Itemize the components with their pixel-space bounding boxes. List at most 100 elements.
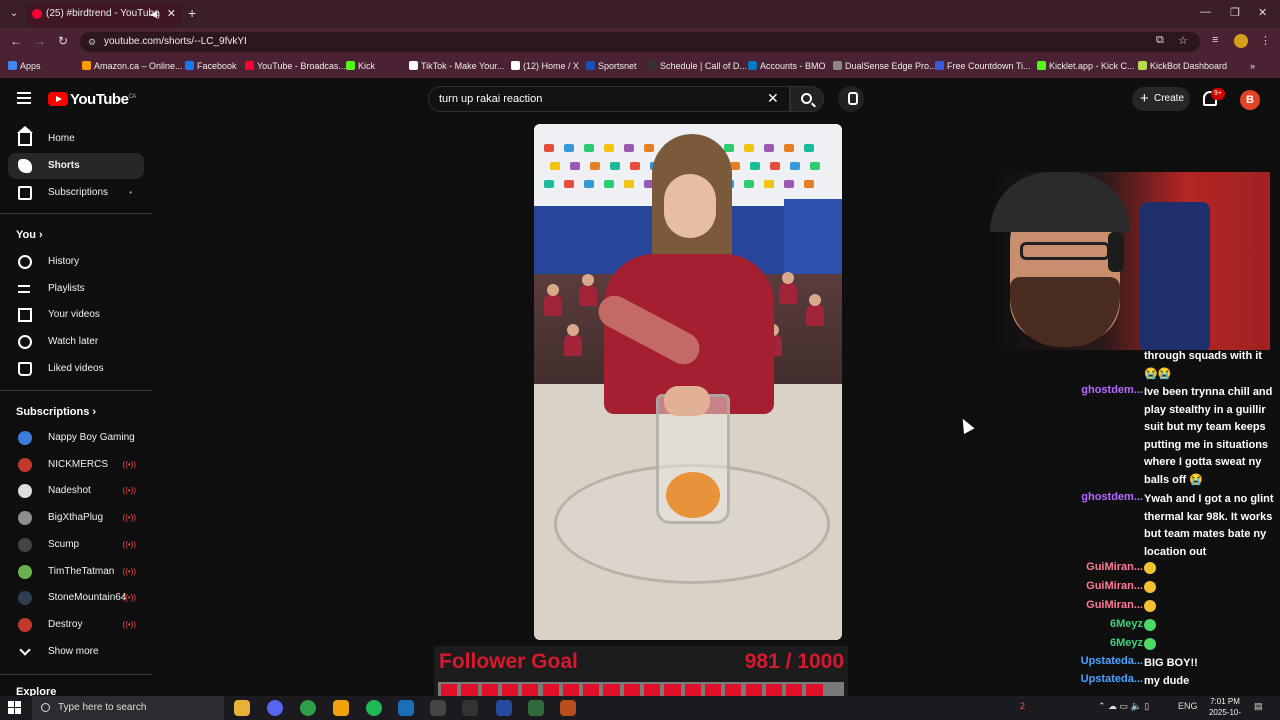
- back-button[interactable]: ←: [10, 34, 22, 48]
- app-icon-5[interactable]: [560, 700, 576, 716]
- sidebar-item[interactable]: Subscriptions •: [8, 180, 144, 206]
- site-info-icon[interactable]: ⚙: [88, 32, 96, 52]
- taskbar-clock[interactable]: 7:01 PM 2025-10-30: [1205, 696, 1245, 720]
- channel-name: Scump: [48, 538, 80, 550]
- bookmarks-overflow-icon[interactable]: »: [1250, 61, 1255, 71]
- chat-username[interactable]: Upstateda...: [1075, 655, 1143, 667]
- address-bar[interactable]: ⚙ youtube.com/shorts/--LC_9fvkYI: [80, 32, 1200, 52]
- app-icon-2[interactable]: [462, 700, 478, 716]
- show-more-button[interactable]: Show more: [8, 639, 144, 665]
- tab-audio-icon[interactable]: ◀): [150, 3, 160, 25]
- chat-username[interactable]: ghostdem...: [1075, 384, 1143, 396]
- sidebar-item[interactable]: Shorts: [8, 153, 144, 179]
- chrome-icon[interactable]: [300, 700, 316, 716]
- poster-shape: [610, 162, 620, 170]
- spotify-icon[interactable]: [366, 700, 382, 716]
- search-icon: [41, 703, 50, 712]
- bookmark-item[interactable]: (12) Home / X: [511, 61, 579, 71]
- minimize-button[interactable]: —: [1200, 6, 1211, 18]
- tray-icons[interactable]: ⌃ ☁ ▭ 🔈 ▯: [1098, 701, 1149, 712]
- bookmark-item[interactable]: KickBot Dashboard: [1138, 61, 1227, 71]
- sidebar-item-label: Shorts: [48, 160, 80, 171]
- bookmark-star-icon[interactable]: ☆: [1178, 34, 1188, 47]
- poster-shape: [584, 144, 594, 152]
- bookmark-item[interactable]: Kicklet.app - Kick C...: [1037, 61, 1135, 71]
- shorts-video-player[interactable]: [534, 124, 842, 640]
- voice-search-button[interactable]: [838, 86, 864, 112]
- sidebar-item[interactable]: Watch later: [8, 329, 144, 355]
- close-tab-icon[interactable]: ✕: [167, 3, 176, 25]
- install-app-icon[interactable]: ⧉: [1156, 34, 1164, 47]
- bookmark-item[interactable]: YouTube - Broadcas...: [245, 61, 346, 71]
- search-button[interactable]: [790, 86, 824, 112]
- steam-icon[interactable]: [398, 700, 414, 716]
- bookmark-item[interactable]: Amazon.ca – Online...: [82, 61, 183, 71]
- reading-list-icon[interactable]: ≡: [1212, 34, 1218, 46]
- create-button[interactable]: + Create: [1132, 87, 1190, 111]
- bookmark-item[interactable]: Accounts - BMO: [748, 61, 826, 71]
- bookmark-label: Kick: [358, 61, 376, 71]
- discord-icon[interactable]: [267, 700, 283, 716]
- browser-menu-icon[interactable]: ⋮: [1260, 34, 1271, 47]
- sidebar-channel-item[interactable]: Nadeshot ((•)): [8, 478, 144, 504]
- poster-shape: [644, 144, 654, 152]
- obs-icon[interactable]: [430, 700, 446, 716]
- chat-username[interactable]: ghostdem...: [1075, 491, 1143, 503]
- chat-username[interactable]: 6Meyz: [1075, 637, 1143, 649]
- chat-username[interactable]: GuiMiran...: [1075, 580, 1143, 592]
- close-window-button[interactable]: ✕: [1258, 6, 1267, 19]
- clear-search-icon[interactable]: ✕: [767, 90, 779, 107]
- sidebar-channel-item[interactable]: Scump ((•)): [8, 532, 144, 558]
- sidebar-item[interactable]: History: [8, 249, 144, 275]
- sidebar-item[interactable]: Playlists: [8, 276, 144, 302]
- bookmark-item[interactable]: Apps: [8, 61, 41, 71]
- guide-menu-icon[interactable]: [17, 92, 31, 104]
- sidebar-item[interactable]: Home: [8, 126, 144, 152]
- sidebar-item[interactable]: Your videos: [8, 302, 144, 328]
- sidebar-channel-item[interactable]: BigXthaPlug ((•)): [8, 505, 144, 531]
- chat-username[interactable]: Upstateda...: [1075, 673, 1143, 685]
- sidebar-channel-item[interactable]: NICKMERCS ((•)): [8, 452, 144, 478]
- chat-username[interactable]: GuiMiran...: [1075, 599, 1143, 611]
- bookmark-item[interactable]: TikTok - Make Your...: [409, 61, 504, 71]
- tab-active[interactable]: (25) #birdtrend - YouTube ◀) ✕: [26, 3, 182, 25]
- student-figure: [579, 274, 597, 306]
- forward-button[interactable]: →: [34, 34, 46, 48]
- app-icon[interactable]: [333, 700, 349, 716]
- taskbar-search-input[interactable]: Type here to search: [32, 696, 224, 720]
- new-tab-button[interactable]: +: [188, 5, 196, 21]
- app-icon-3[interactable]: [496, 700, 512, 716]
- profile-avatar[interactable]: [1234, 34, 1248, 48]
- file-explorer-icon[interactable]: [234, 700, 250, 716]
- reload-button[interactable]: ↻: [58, 34, 68, 48]
- sidebar-channel-item[interactable]: Nappy Boy Gaming: [8, 425, 144, 451]
- bookmark-item[interactable]: DualSense Edge Pro...: [833, 61, 937, 71]
- chat-username[interactable]: GuiMiran...: [1075, 561, 1143, 573]
- youtube-logo[interactable]: YouTubeCA: [48, 91, 136, 108]
- sidebar-channel-item[interactable]: Destroy ((•)): [8, 612, 144, 638]
- bookmark-item[interactable]: Facebook: [185, 61, 237, 71]
- chat-username[interactable]: 6Meyz: [1075, 618, 1143, 630]
- tab-search-icon[interactable]: ⌄: [6, 6, 22, 22]
- bookmark-item[interactable]: Free Countdown Ti...: [935, 61, 1031, 71]
- poster-shape: [564, 180, 574, 188]
- language-indicator[interactable]: ENG: [1178, 701, 1198, 711]
- sidebar-channel-item[interactable]: StoneMountain64 ((•)): [8, 585, 144, 611]
- bookmark-label: KickBot Dashboard: [1150, 61, 1228, 71]
- sidebar-item[interactable]: Liked videos: [8, 356, 144, 382]
- search-input[interactable]: turn up rakai reaction: [428, 86, 790, 112]
- app-icon-4[interactable]: [528, 700, 544, 716]
- poster-shape: [624, 180, 634, 188]
- bookmark-item[interactable]: Sportsnet: [586, 61, 637, 71]
- sidebar-subscriptions-header[interactable]: Subscriptions ›: [16, 406, 96, 418]
- sidebar-channel-item[interactable]: TimTheTatman ((•)): [8, 559, 144, 585]
- maximize-button[interactable]: ❐: [1230, 6, 1240, 19]
- bookmark-item[interactable]: Kick: [346, 61, 375, 71]
- channel-avatar: [18, 457, 32, 472]
- notifications-center-icon[interactable]: ▤: [1254, 701, 1263, 712]
- bookmark-item[interactable]: Schedule | Call of D...: [648, 61, 747, 71]
- windows-start-icon[interactable]: [8, 701, 22, 715]
- sidebar-you-header[interactable]: You ›: [16, 229, 43, 241]
- account-avatar[interactable]: B: [1240, 90, 1260, 110]
- chat-text: my dude: [1144, 675, 1190, 687]
